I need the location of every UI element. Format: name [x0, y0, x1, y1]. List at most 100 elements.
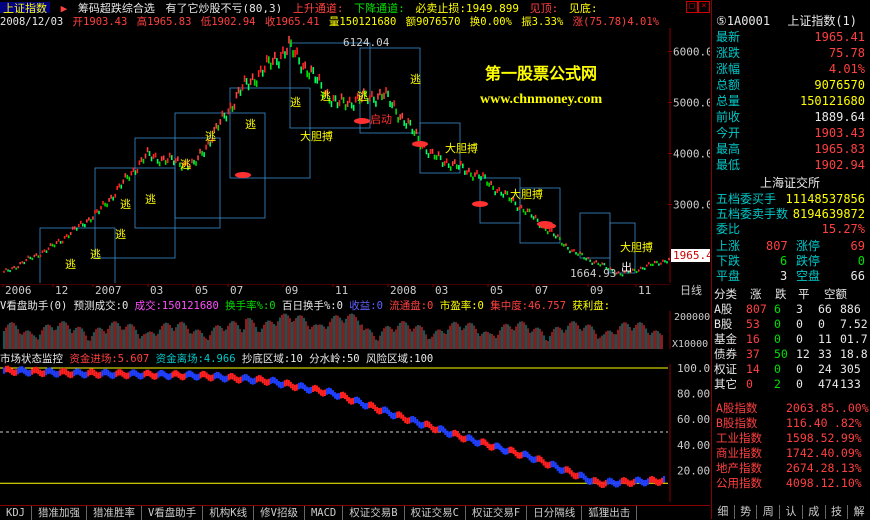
market-scale-label: 100.00 — [677, 364, 710, 375]
escape-annotation: 逃 — [180, 158, 191, 171]
indicator-tab[interactable]: 权证交易B — [343, 506, 405, 520]
quote-tab[interactable]: 成 — [803, 505, 826, 519]
index-row[interactable]: 公用指数 4098.12.10% — [712, 476, 870, 491]
up-label: 上涨 — [716, 239, 741, 253]
table-cell: 37 — [746, 347, 760, 361]
market-indicator-name[interactable]: 市场状态监控 — [0, 353, 63, 364]
indicator-tab[interactable]: V看盘助手 — [142, 506, 204, 520]
table-row[interactable]: B股 53 0 0 0 7.52 — [712, 317, 870, 332]
period-label[interactable]: 日线 — [680, 284, 702, 297]
indicator-tab[interactable]: KDJ — [0, 506, 32, 520]
hundred-day-turn: 百日换手%:0 — [281, 300, 343, 311]
quote-tab[interactable]: 势 — [735, 505, 758, 519]
quote-value: 150121680 — [799, 94, 865, 108]
indicator-tab[interactable]: 日分隔线 — [527, 506, 583, 520]
index-row[interactable]: 商业指数 1742.40.09% — [712, 446, 870, 461]
escape-annotation: 逃 — [410, 73, 421, 86]
kline-chart[interactable]: 逃逃逃逃 逃逃逃逃逃逃逃逃大胆搏大胆搏大胆搏大胆搏启动出 第一股票公式网 www.… — [0, 28, 710, 283]
close-icon[interactable]: × — [698, 1, 710, 13]
table-cell: 24 — [818, 362, 832, 376]
index-pct: ..00% — [834, 401, 869, 415]
see-bottom: 见底: — [568, 2, 598, 13]
index-name[interactable]: 上证指数 — [0, 2, 50, 13]
price-tick-label: 3000.0 — [673, 199, 710, 212]
indicator-tab[interactable]: 权证交易C — [405, 506, 466, 520]
index-row[interactable]: B股指数 116.40 .82% — [712, 416, 870, 431]
table-row[interactable]: A股 807 6 3 66 886 — [712, 302, 870, 317]
table-cell: B股 — [714, 317, 733, 331]
exchange-label: 上海证交所 — [760, 176, 821, 190]
formula-name[interactable]: 筹码超跌综合选 — [78, 2, 155, 13]
quote-value: 1965.83 — [814, 142, 865, 156]
see-top: 见顶: — [529, 2, 559, 13]
indicator-tab-bar: KDJ 猎准加强 猎准胜率 V看盘助手 机构K线 修V招级 MACD 权证交易B 权证交易C 权证… — [0, 505, 710, 520]
indicator-tab[interactable]: 机构K线 — [203, 506, 255, 520]
volume-value: 成交:150121680 — [134, 300, 219, 311]
empty-value: 66 — [850, 269, 865, 283]
table-header-cell: 平 — [798, 287, 810, 301]
quote-row: 最新 1965.41 — [714, 30, 869, 45]
category-table: 分类涨跌平空额 A股 807 6 3 66 886 B股 53 0 0 0 7.52 基金 16 0 0 11 01… — [712, 287, 870, 392]
date-tick-label: 11 — [638, 284, 651, 297]
quote-row: 今开 1903.43 — [714, 126, 869, 141]
quote-tab[interactable]: 周 — [757, 505, 781, 519]
indicator-tab[interactable]: MACD — [305, 506, 344, 520]
indicator-tab[interactable]: 狐狸出击 — [582, 506, 638, 520]
indicator-tab[interactable]: 猎准胜率 — [87, 506, 142, 520]
table-cell: 3 — [796, 302, 803, 316]
date-tick-label: 11 — [335, 284, 348, 297]
bold-buy-annotation: 大胆搏 — [300, 129, 333, 143]
table-row[interactable]: 权证 14 0 0 24 305 — [712, 362, 870, 377]
table-cell: 0 — [796, 362, 803, 376]
quote-value: 1903.43 — [814, 126, 865, 140]
concentration: 集中度:46.757 — [490, 300, 566, 311]
escape-annotation: 逃 — [120, 198, 131, 211]
date-tick-label: 2006 — [5, 284, 32, 297]
table-row[interactable]: 其它 0 2 0 474 133 — [712, 377, 870, 392]
up-channel: 上升通道: — [292, 2, 344, 13]
date-tick-label: 07 — [230, 284, 243, 297]
quote-value: 75.78 — [828, 46, 865, 60]
table-cell: 7.52 — [840, 317, 868, 331]
info-date: 2008/12/03 — [0, 16, 64, 27]
stop-loss: 必卖止损:1949.899 — [415, 2, 519, 13]
index-value: 1742.40 — [786, 446, 835, 460]
table-header-cell: 空额 — [824, 287, 847, 301]
index-value: 4098.12 — [786, 476, 835, 490]
escape-annotation: 逃 — [290, 96, 301, 109]
indicator-tab[interactable]: 权证交易F — [466, 506, 528, 520]
date-tick-label: 2007 — [95, 284, 122, 297]
index-pct: .09% — [834, 446, 862, 460]
index-row[interactable]: 地产指数 2674.28.13% — [712, 461, 870, 476]
indicator-tab[interactable]: 修V招级 — [254, 506, 305, 520]
price-tick-label: 4000.0 — [673, 148, 710, 161]
table-row[interactable]: 基金 16 0 0 11 01.7 — [712, 332, 870, 347]
quote-tab[interactable]: 解 — [848, 505, 870, 519]
quote-tab[interactable]: 细 — [712, 505, 735, 519]
table-row[interactable]: 债券 37 50 12 33 18.8 — [712, 347, 870, 362]
table-header-cell: 分类 — [714, 287, 737, 301]
table-header-cell: 跌 — [775, 287, 787, 301]
index-row[interactable]: 工业指数 1598.52.99% — [712, 431, 870, 446]
table-header: 分类涨跌平空额 — [712, 287, 870, 302]
escape-annotation: 逃 — [115, 228, 126, 241]
quote-row: 总额 9076570 — [714, 78, 869, 93]
indicator-tab[interactable]: 猎准加强 — [32, 506, 87, 520]
volume-chart[interactable]: 200000 X10000 — [0, 311, 710, 349]
table-cell: 其它 — [714, 377, 737, 391]
market-state-chart[interactable]: 100.00 80.00 60.00 40.00 20.00 — [0, 364, 710, 502]
down-channel: 下降通道: — [354, 2, 405, 13]
bottom-zone: 抄底区域:10 — [241, 353, 303, 364]
sell5-label: 五档委卖手数 — [716, 207, 789, 221]
table-cell: 0 — [796, 332, 803, 346]
maximize-icon[interactable]: □ — [686, 1, 698, 13]
quote-tab[interactable]: 技 — [826, 505, 849, 519]
volume-indicator-name[interactable]: V看盘助手(0) — [0, 300, 67, 311]
quote-tab[interactable]: 认 — [780, 505, 803, 519]
sell5-row: 五档委卖手数 8194639872 — [714, 207, 869, 222]
table-cell: 33 — [818, 347, 832, 361]
table-cell: 18.8 — [840, 347, 868, 361]
start-annotation: 启动 — [370, 113, 392, 126]
bold-buy-annotation: 大胆搏 — [510, 187, 543, 201]
index-row[interactable]: A股指数 2063.85 ..00% — [712, 401, 870, 416]
